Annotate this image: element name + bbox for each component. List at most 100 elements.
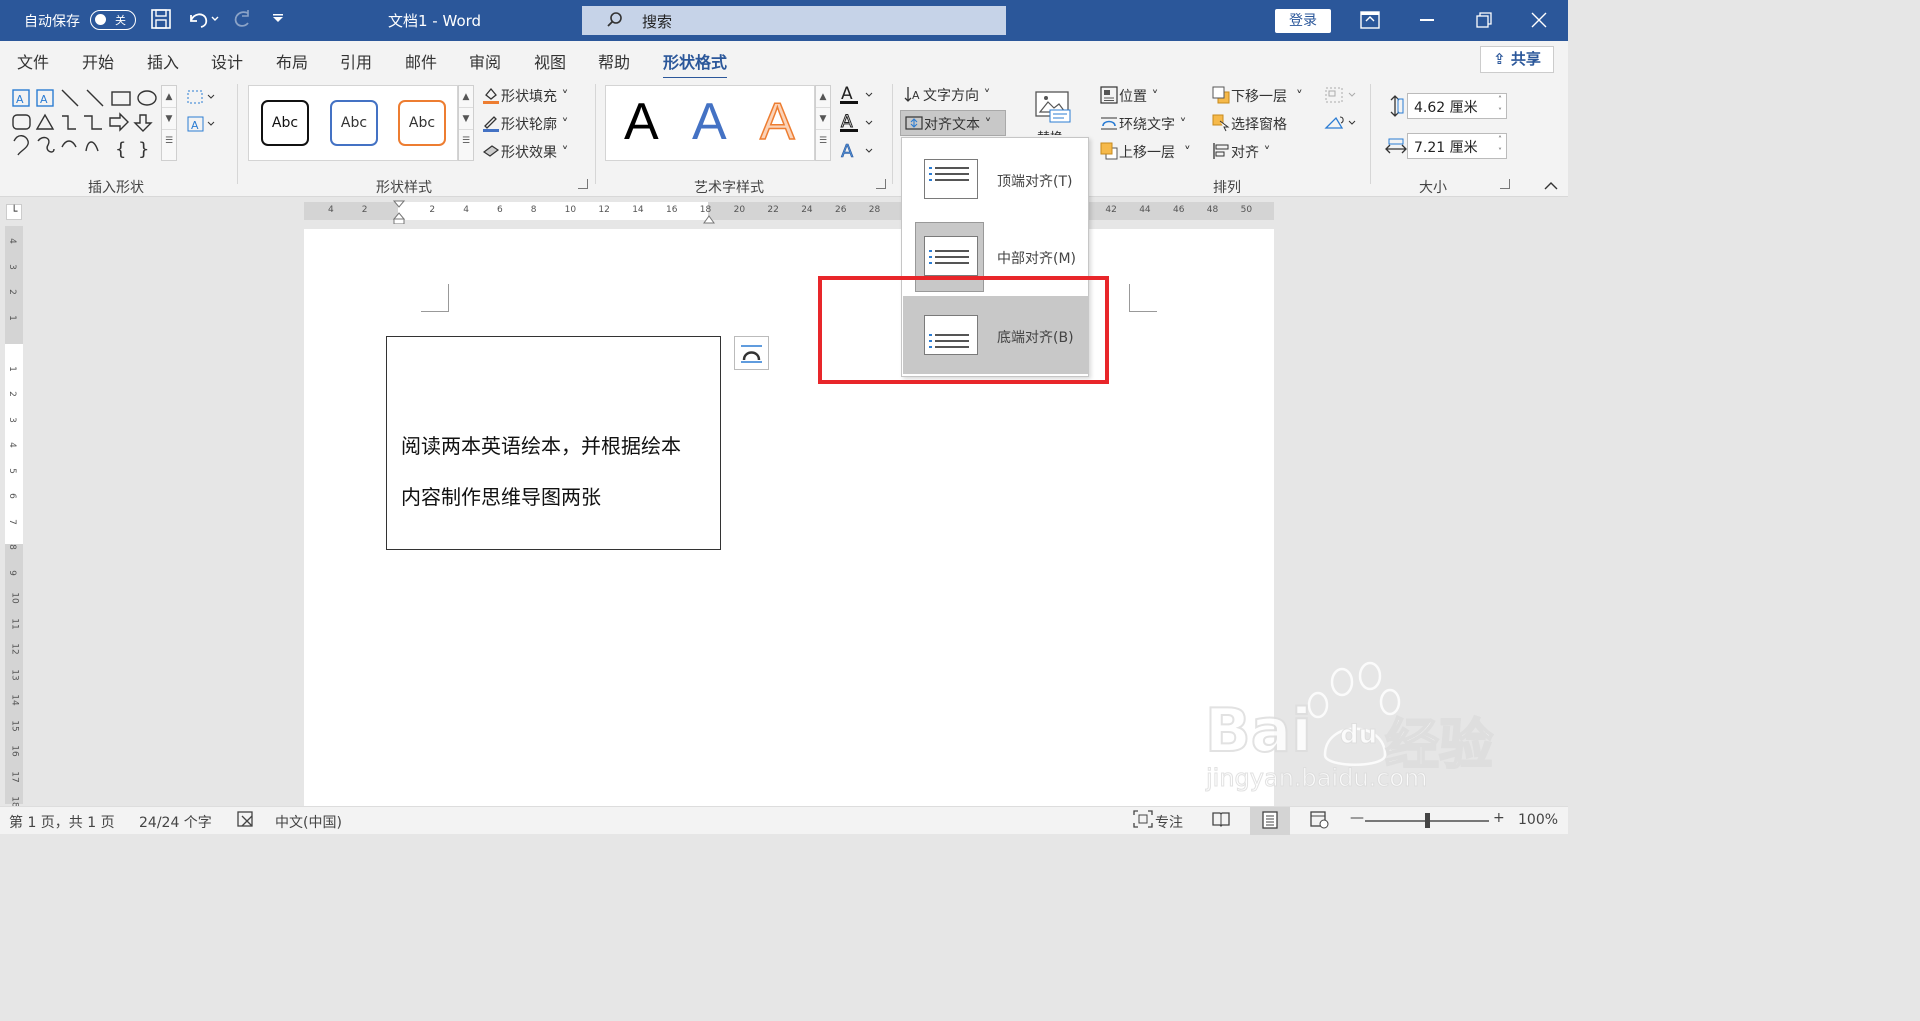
tab-mailings[interactable]: 邮件 [405, 49, 437, 73]
send-backward-button[interactable]: 下移一层 ˅ [1212, 86, 1303, 106]
word-count[interactable]: 24/24 个字 [139, 812, 212, 832]
tab-design[interactable]: 设计 [211, 49, 243, 73]
draw-textbox-button[interactable]: A [186, 115, 216, 137]
wordart-sample-blue[interactable]: A [692, 92, 727, 152]
tab-file[interactable]: 文件 [17, 49, 49, 73]
align-middle-icon [924, 236, 978, 276]
wordart-gallery[interactable]: A A A [605, 85, 815, 161]
shape-fill-button[interactable]: 形状填充 ˅ [482, 86, 568, 106]
layout-options-button[interactable] [734, 336, 769, 370]
scroll-up-icon[interactable]: ▲ [162, 86, 176, 108]
styles-gallery-scroll[interactable]: ▲ ▼ ☰ [458, 85, 474, 161]
tab-insert[interactable]: 插入 [147, 49, 179, 73]
proofing-icon[interactable] [237, 810, 257, 832]
shapes-gallery-scroll[interactable]: ▲ ▼ ☰ [161, 85, 177, 161]
restore-icon[interactable] [1476, 12, 1492, 32]
language-indicator[interactable]: 中文(中国) [275, 812, 342, 832]
tab-help[interactable]: 帮助 [598, 49, 630, 73]
shapes-gallery[interactable]: A A { } [10, 85, 160, 161]
position-button[interactable]: 位置 ˅ [1100, 86, 1158, 106]
tab-home[interactable]: 开始 [82, 49, 114, 73]
tab-shape-format[interactable]: 形状格式 [663, 49, 728, 80]
scroll-up-icon[interactable]: ▲ [816, 86, 830, 108]
scroll-down-icon[interactable]: ▼ [459, 108, 473, 130]
text-box-line[interactable]: 内容制作思维导图两张 [401, 481, 601, 510]
horizontal-ruler[interactable]: 4224681012141618202224262830323436384042… [304, 200, 1274, 225]
tab-selector-icon[interactable]: └ [6, 204, 22, 220]
focus-label[interactable]: 专注 [1155, 812, 1183, 832]
align-button[interactable]: 对齐 ˅ [1212, 142, 1270, 162]
selection-pane-button[interactable]: 选择窗格 [1212, 114, 1287, 134]
menu-item-align-top[interactable]: 顶端对齐(T) [903, 140, 1089, 218]
customize-qat-icon[interactable] [270, 8, 286, 34]
highlight-annotation-box [818, 276, 1109, 384]
ribbon-display-icon[interactable] [1360, 11, 1380, 33]
read-mode-icon[interactable] [1212, 811, 1230, 831]
close-icon[interactable] [1531, 12, 1547, 32]
page-count[interactable]: 第 1 页，共 1 页 [9, 812, 115, 832]
text-box-line[interactable]: 阅读两本英语绘本，并根据绘本 [401, 430, 681, 459]
ruler-number: 2 [6, 391, 17, 397]
zoom-level[interactable]: 100% [1518, 812, 1558, 828]
scroll-down-icon[interactable]: ▼ [816, 108, 830, 130]
dialog-launcher-icon[interactable] [876, 179, 886, 189]
scroll-up-icon[interactable]: ▲ [459, 86, 473, 108]
focus-icon[interactable] [1133, 810, 1153, 832]
alt-text-icon[interactable] [1034, 88, 1072, 130]
gallery-more-icon[interactable]: ☰ [459, 130, 473, 152]
zoom-out-button[interactable]: — [1350, 810, 1364, 826]
zoom-slider-thumb[interactable] [1425, 813, 1430, 828]
shape-style-sample[interactable]: Abc [330, 100, 378, 146]
shape-style-sample[interactable]: Abc [398, 100, 446, 146]
text-fill-button[interactable]: A [840, 84, 876, 110]
scroll-down-icon[interactable]: ▼ [162, 108, 176, 130]
text-direction-button[interactable]: A 文字方向 ˅ [904, 85, 990, 105]
text-outline-button[interactable]: A [840, 112, 876, 138]
tab-view[interactable]: 视图 [534, 49, 566, 73]
zoom-in-button[interactable]: + [1493, 810, 1505, 826]
save-icon[interactable] [150, 8, 172, 34]
ruler-number: 12 [9, 643, 20, 655]
tab-review[interactable]: 审阅 [469, 49, 501, 73]
align-text-button[interactable]: 对齐文本 ˅ [900, 110, 1006, 136]
dialog-launcher-icon[interactable] [578, 179, 588, 189]
tab-layout[interactable]: 布局 [276, 49, 308, 73]
collapse-ribbon-icon[interactable] [1544, 179, 1558, 195]
search-box[interactable]: 搜索 [582, 6, 1006, 35]
shape-width-field[interactable]: 7.21 厘米 ˄ ˅ [1407, 133, 1507, 159]
web-layout-icon[interactable] [1310, 811, 1330, 833]
text-box-shape[interactable]: 阅读两本英语绘本，并根据绘本 内容制作思维导图两张 [386, 336, 721, 550]
login-button[interactable]: 登录 [1275, 9, 1331, 33]
spinner-arrows-icon[interactable]: ˄ ˅ [1498, 94, 1502, 118]
ruler-number: 44 [1139, 205, 1151, 215]
wrap-text-button[interactable]: 环绕文字 ˅ [1100, 114, 1186, 134]
share-button[interactable]: ⇪ 共享 [1480, 46, 1554, 73]
right-indent-marker-icon[interactable] [703, 213, 715, 229]
gallery-more-icon[interactable]: ☰ [162, 130, 176, 152]
dialog-launcher-icon[interactable] [1500, 179, 1510, 189]
wordart-sample-black[interactable]: A [624, 92, 659, 152]
rotate-icon[interactable] [1324, 114, 1358, 136]
ruler-number: 50 [1240, 205, 1253, 215]
vertical-ruler[interactable]: 4 3 2 1 1 2 3 4 5 6 7 8 9 10 11 12 13 14 15 16 17 18 [5, 226, 23, 808]
shape-height-field[interactable]: 4.62 厘米 ˄ ˅ [1407, 93, 1507, 119]
spinner-arrows-icon[interactable]: ˄ ˅ [1498, 134, 1502, 158]
print-layout-icon[interactable] [1262, 811, 1278, 833]
tab-references[interactable]: 引用 [340, 49, 372, 73]
shape-outline-button[interactable]: 形状轮廓 ˅ [482, 114, 568, 134]
shape-style-sample[interactable]: Abc [261, 100, 309, 146]
undo-icon[interactable] [186, 8, 220, 34]
text-effects-button[interactable]: A [840, 140, 876, 166]
shape-effects-button[interactable]: 形状效果 ˅ [482, 142, 568, 162]
indent-marker-icon[interactable] [392, 200, 406, 228]
autosave-toggle[interactable]: 关 [90, 10, 136, 30]
bring-forward-button[interactable]: 上移一层 ˅ [1100, 142, 1191, 162]
redo-icon[interactable] [230, 8, 254, 34]
shape-styles-gallery[interactable]: Abc Abc Abc [248, 85, 458, 161]
wordart-sample-orange[interactable]: A [759, 92, 795, 152]
gallery-more-icon[interactable]: ☰ [816, 130, 830, 152]
wordart-gallery-scroll[interactable]: ▲ ▼ ☰ [815, 85, 831, 161]
edit-shape-button[interactable] [186, 88, 216, 110]
group-objects-icon[interactable] [1324, 86, 1358, 108]
minimize-icon[interactable] [1420, 19, 1434, 21]
